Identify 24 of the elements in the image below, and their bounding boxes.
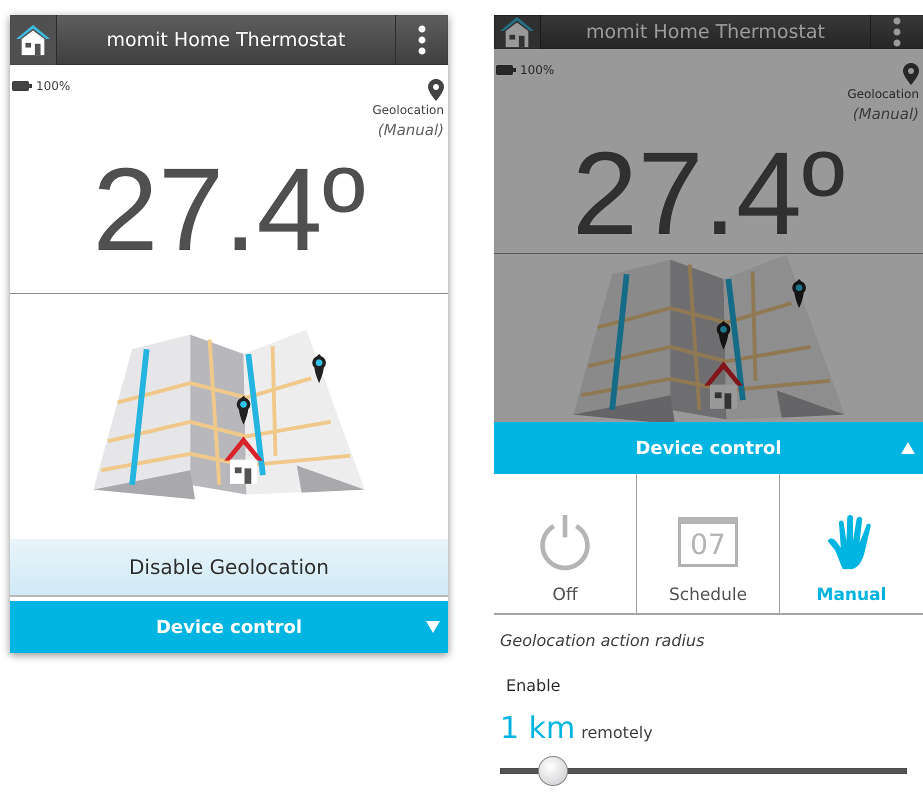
location-pin-icon [428, 79, 444, 101]
disable-geolocation-button[interactable]: Disable Geolocation [10, 539, 448, 597]
radius-suffix: remotely [581, 723, 653, 742]
menu-icon[interactable] [418, 25, 426, 55]
geolocation-label: Geolocation [372, 103, 444, 117]
app-title: momit Home Thermostat [586, 21, 825, 43]
battery-icon [12, 81, 32, 91]
geolocation-mode: (Manual) [378, 121, 444, 139]
battery-level: 100% [36, 79, 70, 93]
geolocation-mode: (Manual) [852, 105, 919, 123]
temperature-reading: 27.4º [572, 135, 845, 253]
location-pin-icon [903, 63, 919, 85]
slider-thumb[interactable] [538, 756, 568, 786]
battery-icon [496, 65, 516, 75]
home-icon [14, 23, 52, 57]
radius-value: 1 km [500, 711, 576, 746]
battery-level: 100% [520, 63, 554, 77]
section-title: Geolocation action radius [500, 631, 706, 650]
menu-icon[interactable] [893, 17, 901, 47]
calendar-icon: 07 [678, 517, 738, 567]
temperature-reading: 27.4º [92, 151, 366, 269]
app-title: momit Home Thermostat [106, 29, 346, 51]
enable-label: Enable [506, 676, 562, 695]
geolocation-label: Geolocation [847, 87, 919, 101]
